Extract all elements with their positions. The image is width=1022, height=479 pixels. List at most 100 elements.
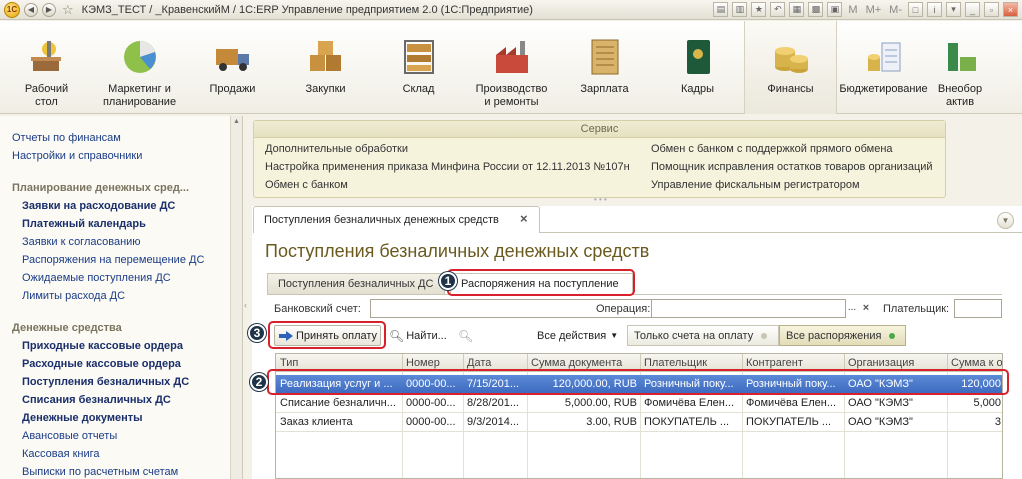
sections-panel: Рабочий стол Маркетинг и планирование Пр… (0, 21, 1022, 114)
zoom-icon[interactable]: □ (908, 2, 923, 17)
memory-plus-button[interactable]: M+ (864, 4, 884, 16)
nav-money-documents[interactable]: Денежные документы (22, 412, 143, 424)
assets-icon (940, 37, 980, 77)
col-type[interactable]: Тип (280, 357, 400, 369)
filter-all-orders-button[interactable]: Все распоряжения (779, 325, 906, 346)
chevron-down-icon[interactable]: ▼ (997, 212, 1014, 229)
bank-account-select-button[interactable]: ... (845, 299, 859, 318)
col-payer[interactable]: Плательщик (644, 357, 740, 369)
table-row[interactable]: Списание безналичн... 0000-00... 8/28/20… (276, 394, 1002, 412)
col-counterparty[interactable]: Контрагент (746, 357, 842, 369)
col-amount-to-pay[interactable]: Сумма к о... (951, 357, 1002, 369)
section-label: Рабочий стол (24, 83, 69, 108)
nav-spending-limits[interactable]: Лимиты расхода ДС (22, 290, 125, 302)
back-icon[interactable]: ◀ (24, 2, 38, 17)
dropdown-icon[interactable]: ▾ (946, 2, 961, 17)
nav-finance-reports[interactable]: Отчеты по финансам (12, 132, 121, 144)
operation-input[interactable] (651, 299, 846, 318)
col-date[interactable]: Дата (467, 357, 525, 369)
grid-icon[interactable]: ▣ (827, 2, 843, 17)
table-row[interactable]: Заказ клиента 0000-00... 9/3/2014... 3.0… (276, 413, 1002, 431)
section-sales[interactable]: Продажи (186, 21, 279, 114)
nav-settings[interactable]: Настройки и справочники (12, 150, 142, 162)
svc-additional-processing[interactable]: Дополнительные обработки (265, 143, 408, 155)
maximize-icon[interactable]: ▫ (984, 2, 999, 17)
section-marketing[interactable]: Маркетинг и планирование (93, 21, 186, 114)
close-tab-icon[interactable]: × (520, 211, 528, 226)
row-separator (276, 431, 1002, 432)
nav-group-cash[interactable]: Денежные средства (12, 322, 122, 334)
help-icon[interactable]: i (927, 2, 942, 17)
page-title: Поступления безналичных денежных средств (265, 241, 650, 261)
nav-expected-receipts[interactable]: Ожидаемые поступления ДС (22, 272, 171, 284)
chevron-down-icon: ▼ (610, 331, 619, 340)
memory-minus-button[interactable]: M- (887, 4, 904, 16)
section-production[interactable]: Производство и ремонты (465, 21, 558, 114)
cell-payer: Фомичёва Елен... (644, 397, 735, 409)
col-amount[interactable]: Сумма документа (531, 357, 639, 369)
all-orders-label: Все распоряжения (786, 329, 882, 342)
find-button[interactable]: 🔍︎ Найти... (389, 325, 447, 346)
favorite-add-icon[interactable]: ★ (751, 2, 767, 17)
section-budgeting[interactable]: Бюджетирование (837, 21, 930, 114)
section-finance[interactable]: Финансы (744, 21, 837, 114)
all-actions-button[interactable]: Все действия ▼ (537, 325, 618, 346)
nav-cash-expenses[interactable]: Расходные кассовые ордера (22, 358, 181, 370)
nav-bank-statements[interactable]: Выписки по расчетным счетам (22, 466, 178, 478)
highlight-frame-accept (268, 321, 386, 349)
calculator-icon[interactable]: ▩ (808, 2, 824, 17)
nav-advance-reports[interactable]: Авансовые отчеты (22, 430, 117, 442)
nav-noncash-receipts[interactable]: Поступления безналичных ДС (22, 376, 189, 388)
all-actions-label: Все действия (537, 329, 607, 342)
nav-requests-approval[interactable]: Заявки к согласованию (22, 236, 141, 248)
col-number[interactable]: Номер (406, 357, 461, 369)
close-icon[interactable]: × (1003, 2, 1018, 17)
resize-grip-icon[interactable]: • • • (594, 195, 607, 204)
cell-number: 0000-00... (406, 416, 456, 428)
left-nav-scrollbar[interactable]: ▲ (230, 116, 242, 479)
history-icon[interactable]: ↶ (770, 2, 786, 17)
nav-group-planning[interactable]: Планирование денежных сред... (12, 182, 189, 194)
forward-icon[interactable]: ▶ (42, 2, 56, 17)
svc-minfin-order[interactable]: Настройка применения приказа Минфина Рос… (265, 161, 630, 173)
nav-payment-calendar[interactable]: Платежный календарь (22, 218, 146, 230)
svc-direct-bank-exchange[interactable]: Обмен с банком с поддержкой прямого обме… (651, 143, 893, 155)
service-panel: Сервис Дополнительные обработки Настройк… (253, 120, 946, 198)
section-desktop[interactable]: Рабочий стол (0, 21, 93, 114)
section-label: Маркетинг и планирование (102, 83, 177, 108)
section-label: Производство и ремонты (475, 83, 548, 108)
nav-noncash-writeoffs[interactable]: Списания безналичных ДС (22, 394, 171, 406)
section-salary[interactable]: Зарплата (558, 21, 651, 114)
bank-account-clear-icon[interactable]: × (859, 299, 873, 318)
favorites-star-icon[interactable]: ☆ (62, 2, 74, 18)
nav-cash-receipts[interactable]: Приходные кассовые ордера (22, 340, 183, 352)
nav-expense-requests[interactable]: Заявки на расходование ДС (22, 200, 175, 212)
filter-only-invoices-button[interactable]: Только счета на оплату (627, 325, 779, 346)
section-label: Склад (402, 83, 435, 95)
app-logo-icon[interactable]: 1С (4, 1, 20, 18)
section-purchases[interactable]: Закупки (279, 21, 372, 114)
panel-splitter-icon[interactable]: ‹ (244, 300, 250, 330)
payer-input[interactable] (954, 299, 1002, 318)
nav-transfer-orders[interactable]: Распоряжения на перемещение ДС (22, 254, 204, 266)
nav-cash-book[interactable]: Кассовая книга (22, 448, 100, 460)
svc-bank-exchange[interactable]: Обмен с банком (265, 179, 348, 191)
tab-noncash-receipts[interactable]: Поступления безналичных ДС (267, 273, 445, 294)
cancel-search-icon[interactable]: 🔍︎ (458, 325, 473, 346)
section-warehouse[interactable]: Склад (372, 21, 465, 114)
preview-icon[interactable]: ▥ (732, 2, 748, 17)
document-tab[interactable]: Поступления безналичных денежных средств… (253, 206, 540, 233)
scroll-up-icon[interactable]: ▲ (232, 118, 241, 127)
passport-icon (678, 37, 718, 77)
minimize-icon[interactable]: _ (965, 2, 980, 17)
col-organization[interactable]: Организация (848, 357, 944, 369)
calendar-tool-icon[interactable]: ▦ (789, 2, 805, 17)
print-icon[interactable]: ▤ (713, 2, 729, 17)
section-assets[interactable]: Внеобор актив (930, 21, 990, 114)
truck-icon (213, 37, 253, 77)
svc-fiscal-registrar[interactable]: Управление фискальным регистратором (651, 179, 860, 191)
svc-stock-correction[interactable]: Помощник исправления остатков товаров ор… (651, 161, 933, 173)
section-hr[interactable]: Кадры (651, 21, 744, 114)
warehouse-icon (399, 37, 439, 77)
memory-m-button[interactable]: M (846, 4, 859, 16)
